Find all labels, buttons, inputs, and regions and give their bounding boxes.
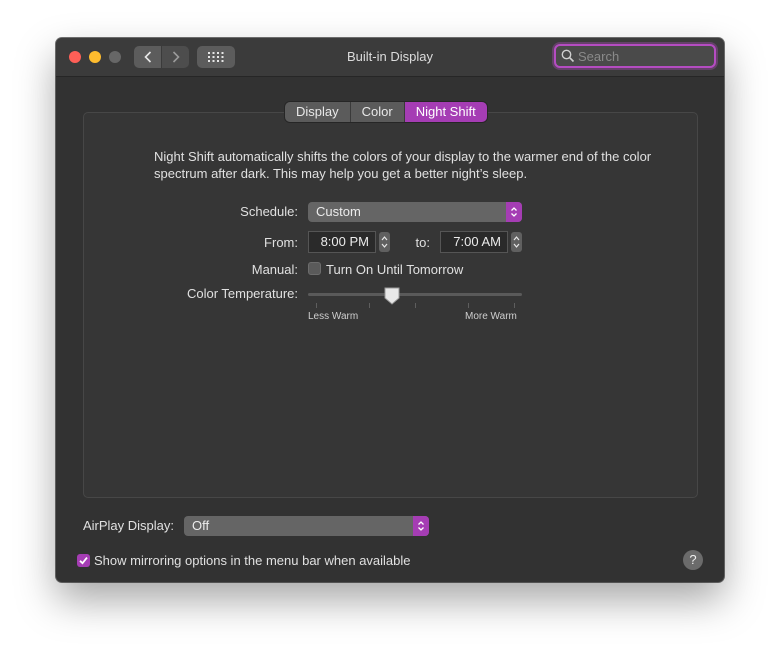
preferences-window: Built-in Display Display Color Night Shi… <box>56 38 724 582</box>
to-time-field[interactable]: 7:00 AM <box>440 231 508 253</box>
tab-color[interactable]: Color <box>350 102 405 122</box>
checkmark-icon <box>79 557 88 565</box>
less-warm-label: Less Warm <box>308 311 359 322</box>
slider-tick <box>468 303 469 308</box>
slider-tick <box>514 303 515 308</box>
stepper-arrows-icon <box>513 236 520 248</box>
tab-night-shift[interactable]: Night Shift <box>404 102 487 122</box>
airplay-display-value: Off <box>192 518 210 533</box>
night-shift-description: Night Shift automatically shifts the col… <box>154 149 652 181</box>
search-input[interactable] <box>578 48 708 64</box>
tab-display[interactable]: Display <box>285 102 351 122</box>
title-bar: Built-in Display <box>56 38 724 77</box>
turn-on-until-tomorrow-label[interactable]: Turn On Until Tomorrow <box>326 262 463 277</box>
search-icon <box>561 49 575 63</box>
slider-tick <box>316 303 317 308</box>
show-mirroring-label[interactable]: Show mirroring options in the menu bar w… <box>94 553 411 568</box>
tab-bar: Display Color Night Shift <box>285 102 487 122</box>
from-time-field[interactable]: 8:00 PM <box>308 231 376 253</box>
airplay-display-label: AirPlay Display: <box>82 518 174 533</box>
to-time-stepper[interactable] <box>511 232 522 252</box>
schedule-value: Custom <box>316 204 361 219</box>
stepper-arrows-icon <box>381 236 388 248</box>
schedule-popup[interactable]: Custom <box>308 202 522 222</box>
from-label: From: <box>264 235 298 250</box>
popup-arrows-icon <box>506 202 522 222</box>
more-warm-label: More Warm <box>465 311 517 322</box>
schedule-label: Schedule: <box>240 204 298 219</box>
show-mirroring-checkbox[interactable] <box>77 554 90 567</box>
slider-thumb[interactable] <box>384 287 400 305</box>
slider-tick <box>415 303 416 308</box>
color-temperature-slider[interactable] <box>308 293 522 296</box>
help-button[interactable]: ? <box>683 550 703 570</box>
to-label-text: to: <box>415 235 430 250</box>
popup-arrows-icon <box>413 516 429 536</box>
manual-label: Manual: <box>251 262 298 277</box>
turn-on-until-tomorrow-checkbox[interactable] <box>308 262 321 275</box>
to-label: to: <box>394 235 430 250</box>
slider-tick <box>369 303 370 308</box>
search-field[interactable] <box>554 44 716 68</box>
from-time-stepper[interactable] <box>379 232 390 252</box>
color-temperature-label: Color Temperature: <box>186 286 298 301</box>
airplay-display-popup[interactable]: Off <box>184 516 429 536</box>
